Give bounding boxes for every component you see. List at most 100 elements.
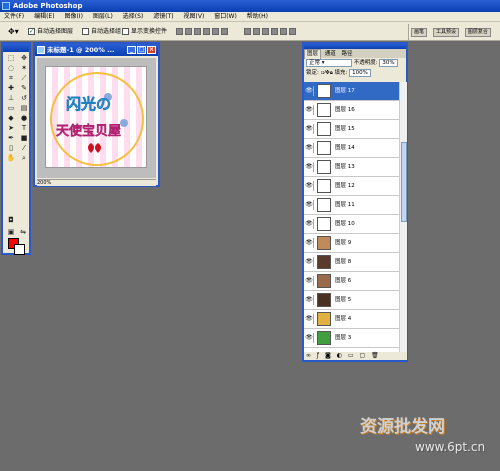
eye-icon[interactable]: 👁︎ [305, 86, 314, 96]
eye-icon[interactable]: 👁︎ [305, 314, 314, 324]
menu-edit[interactable]: 编辑(E) [30, 12, 58, 22]
distribute-left-icon[interactable] [271, 28, 278, 35]
eye-icon[interactable]: 👁︎ [305, 333, 314, 343]
clone-stamp-icon[interactable]: ⊥ [5, 94, 17, 103]
eye-icon[interactable]: 👁︎ [305, 143, 314, 153]
distribute-buttons[interactable] [244, 28, 298, 38]
layer-row[interactable]: 👁︎ 图层 3 [304, 329, 407, 348]
menu-help[interactable]: 帮助(H) [243, 12, 272, 22]
align-center-icon[interactable] [212, 28, 219, 35]
pen-tool-icon[interactable]: ✒ [5, 134, 17, 143]
slice-tool-icon[interactable]: ⟋ [18, 74, 30, 83]
layer-row[interactable]: 👁︎ 图层 8 [304, 253, 407, 272]
eye-icon[interactable]: 👁︎ [305, 238, 314, 248]
eye-icon[interactable]: 👁︎ [305, 219, 314, 229]
zoom-tool-icon[interactable]: ⌕ [18, 154, 30, 163]
quick-mask-icon[interactable]: ◘ [5, 216, 17, 225]
layer-row[interactable]: 👁︎ 图层 10 [304, 215, 407, 234]
opacity-input[interactable]: 30% [379, 58, 398, 67]
scroll-thumb[interactable] [401, 142, 407, 222]
healing-brush-icon[interactable]: ✚ [5, 84, 17, 93]
layer-row[interactable]: 👁︎ 图层 5 [304, 291, 407, 310]
palette-tab-layer-comps[interactable]: 图层复合 [464, 28, 491, 37]
gradient-tool-icon[interactable]: ▤ [18, 104, 30, 113]
distribute-right-icon[interactable] [289, 28, 296, 35]
zoom-level[interactable]: 200% [37, 180, 51, 186]
history-brush-icon[interactable]: ↺ [18, 94, 30, 103]
lasso-tool-icon[interactable]: ◌ [5, 64, 17, 73]
brush-tool-icon[interactable]: ✎ [18, 84, 30, 93]
distribute-bottom-icon[interactable] [262, 28, 269, 35]
distribute-middle-icon[interactable] [253, 28, 260, 35]
link-layers-icon[interactable]: ∞ [306, 352, 311, 360]
show-transform-checkbox[interactable] [122, 28, 129, 35]
new-group-icon[interactable]: ▭ [348, 352, 354, 360]
distribute-center-icon[interactable] [280, 28, 287, 35]
align-buttons[interactable] [176, 28, 230, 38]
eye-icon[interactable]: 👁︎ [305, 105, 314, 115]
eye-icon[interactable]: 👁︎ [305, 276, 314, 286]
show-transform-controls[interactable]: 显示变换控件 [122, 28, 167, 36]
blend-mode-select[interactable]: 正常 ▾ [306, 58, 352, 67]
auto-select-group-checkbox[interactable] [82, 28, 89, 35]
canvas-area[interactable]: 闪光の 天使宝贝屋 [37, 58, 156, 178]
close-button[interactable]: × [147, 46, 156, 54]
adjustment-layer-icon[interactable]: ◐ [337, 352, 342, 360]
palette-tab-tool-presets[interactable]: 工具预设 [432, 28, 459, 37]
menu-filter[interactable]: 滤镜(T) [149, 12, 177, 22]
layer-row[interactable]: 👁︎ 图层 14 [304, 139, 407, 158]
maximize-button[interactable]: □ [137, 46, 146, 54]
eye-icon[interactable]: 👁︎ [305, 295, 314, 305]
menu-window[interactable]: 窗口(W) [210, 12, 241, 22]
minimize-button[interactable]: _ [127, 46, 136, 54]
align-middle-icon[interactable] [185, 28, 192, 35]
align-left-icon[interactable] [203, 28, 210, 35]
layers-scrollbar[interactable] [399, 82, 407, 352]
screen-mode-icon[interactable]: ▣ [5, 228, 17, 237]
toolbox-titlebar[interactable] [3, 44, 29, 52]
path-select-icon[interactable]: ➤ [5, 124, 17, 133]
layer-style-icon[interactable]: ƒ [317, 352, 319, 360]
eraser-tool-icon[interactable]: ▭ [5, 104, 17, 113]
imageready-icon[interactable]: ⇋ [17, 228, 29, 237]
align-top-icon[interactable] [176, 28, 183, 35]
magic-wand-icon[interactable]: ✶ [18, 64, 30, 73]
menu-view[interactable]: 视图(V) [180, 12, 209, 22]
layer-row[interactable]: 👁︎ 图层 4 [304, 310, 407, 329]
layer-row[interactable]: 👁︎ 图层 16 [304, 101, 407, 120]
fill-input[interactable]: 100% [349, 68, 371, 77]
layer-row[interactable]: 👁︎ 图层 6 [304, 272, 407, 291]
notes-tool-icon[interactable]: ▯ [5, 144, 17, 153]
layer-row[interactable]: 👁︎ 图层 11 [304, 196, 407, 215]
eyedropper-icon[interactable]: ⁄ [18, 144, 30, 153]
new-layer-icon[interactable]: ▢ [359, 352, 365, 360]
auto-select-group[interactable]: 自动选择组 [82, 28, 121, 36]
layer-row[interactable]: 👁︎ 图层 17 [304, 82, 407, 101]
auto-select-layer[interactable]: 自动选择图层 [28, 28, 73, 36]
menu-select[interactable]: 选择(S) [119, 12, 148, 22]
add-mask-icon[interactable]: ◙ [325, 352, 331, 360]
eye-icon[interactable]: 👁︎ [305, 181, 314, 191]
blur-tool-icon[interactable]: ◆ [5, 114, 17, 123]
hand-tool-icon[interactable]: ✋ [5, 154, 17, 163]
move-tool-icon[interactable]: ✥▾ [8, 27, 19, 36]
layer-row[interactable]: 👁︎ 图层 12 [304, 177, 407, 196]
align-bottom-icon[interactable] [194, 28, 201, 35]
layer-row[interactable]: 👁︎ 图层 15 [304, 120, 407, 139]
layer-row[interactable]: 👁︎ 图层 9 [304, 234, 407, 253]
eye-icon[interactable]: 👁︎ [305, 124, 314, 134]
palette-tab-brushes[interactable]: 画笔 [411, 28, 428, 37]
eye-icon[interactable]: 👁︎ [305, 162, 314, 172]
crop-tool-icon[interactable]: ⌗ [5, 74, 17, 83]
eye-icon[interactable]: 👁︎ [305, 257, 314, 267]
delete-layer-icon[interactable]: 🗑︎ [371, 352, 379, 360]
background-color-swatch[interactable] [14, 244, 25, 255]
distribute-top-icon[interactable] [244, 28, 251, 35]
canvas[interactable]: 闪光の 天使宝贝屋 [45, 66, 147, 168]
type-tool-icon[interactable]: T [18, 124, 30, 133]
layer-row[interactable]: 👁︎ 图层 13 [304, 158, 407, 177]
marquee-tool-icon[interactable]: ⬚ [5, 54, 17, 63]
menu-image[interactable]: 图像(I) [60, 12, 86, 22]
eye-icon[interactable]: 👁︎ [305, 200, 314, 210]
shape-tool-icon[interactable]: ■ [18, 134, 30, 143]
